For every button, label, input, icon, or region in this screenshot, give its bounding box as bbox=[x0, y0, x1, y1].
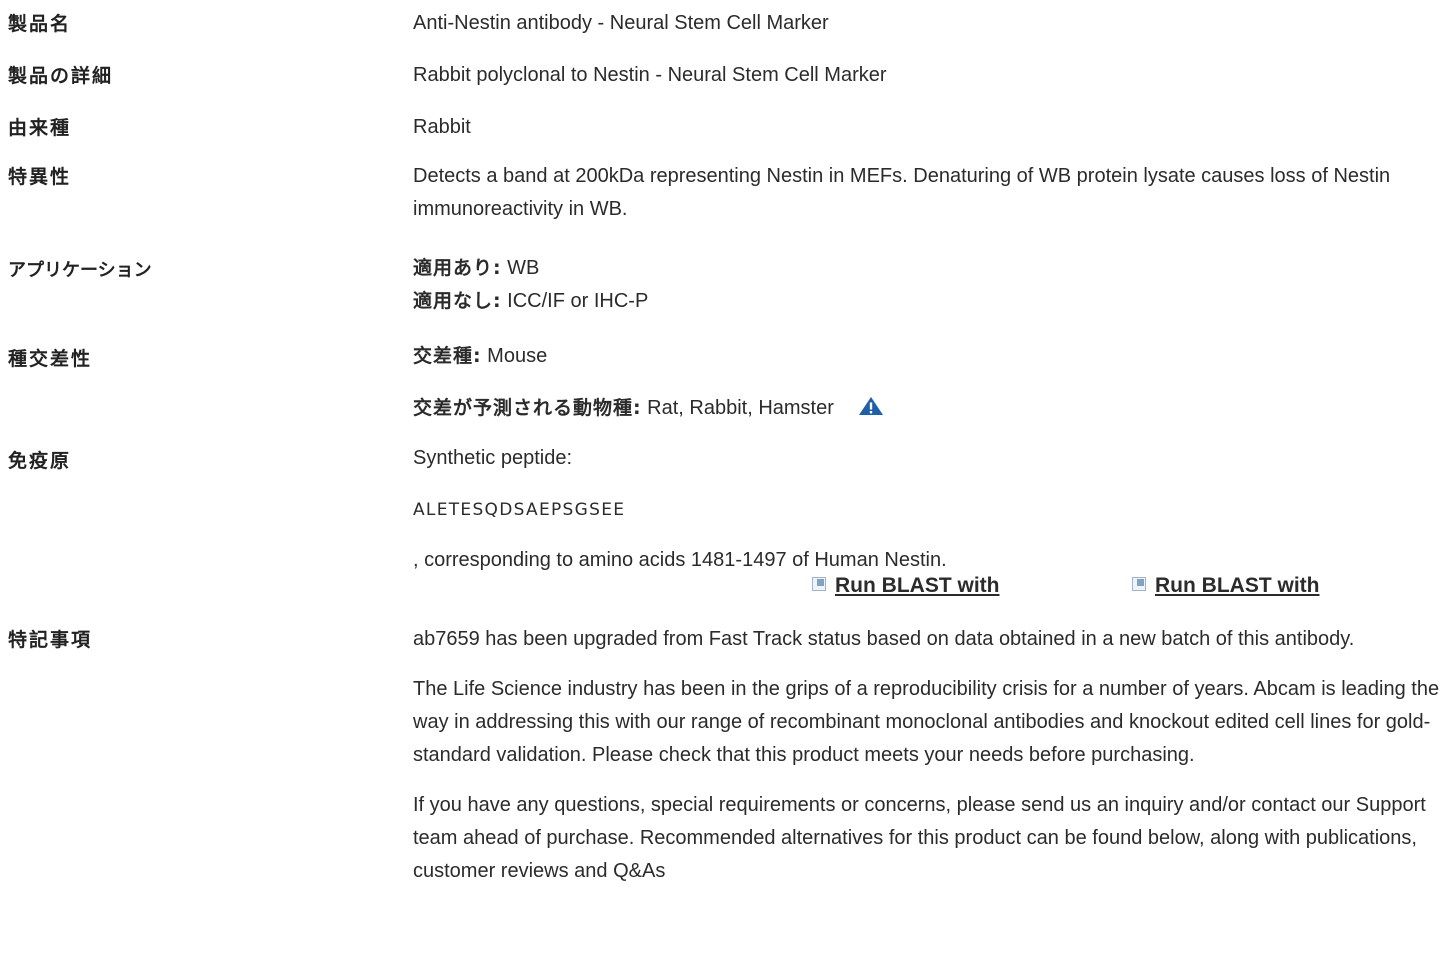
not-tested-label: 適用なし: bbox=[413, 290, 502, 312]
not-tested-applications: 適用なし: ICC/IF or IHC-P bbox=[413, 285, 1443, 318]
reacts-label: 交差種: bbox=[413, 345, 482, 367]
tested-value: WB bbox=[501, 257, 540, 279]
immunogen-value: Synthetic peptide: ALETESQDSAEPSGSEE , c… bbox=[413, 442, 1443, 577]
applications-value: 適用あり: WB 適用なし: ICC/IF or IHC-P bbox=[413, 252, 1443, 318]
warning-triangle-icon[interactable] bbox=[858, 394, 884, 427]
notes-value: ab7659 has been upgraded from Fast Track… bbox=[413, 623, 1443, 888]
immunogen-line1: Synthetic peptide: bbox=[413, 447, 572, 469]
tested-label: 適用あり: bbox=[413, 257, 502, 279]
predicted-label: 交差が予測される動物種: bbox=[413, 397, 642, 419]
applications-label: アプリケーション bbox=[8, 260, 152, 281]
host-label: 由来種 bbox=[8, 117, 72, 139]
product-detail-label: 製品の詳細 bbox=[8, 65, 114, 87]
product-detail-value: Rabbit polyclonal to Nestin - Neural Ste… bbox=[413, 64, 887, 86]
product-name-value: Anti-Nestin antibody - Neural Stem Cell … bbox=[413, 12, 829, 34]
run-blast-link-1[interactable]: Run BLAST with bbox=[812, 574, 999, 598]
tested-applications: 適用あり: WB bbox=[413, 252, 1443, 285]
external-link-icon bbox=[1132, 577, 1146, 591]
notes-label: 特記事項 bbox=[8, 629, 93, 651]
reacts-with: 交差種: Mouse bbox=[413, 340, 1443, 373]
notes-paragraph-1: ab7659 has been upgraded from Fast Track… bbox=[413, 628, 1355, 650]
specificity-value: Detects a band at 200kDa representing Ne… bbox=[413, 165, 1391, 220]
predicted-value: Rat, Rabbit, Hamster bbox=[641, 397, 834, 419]
external-link-icon bbox=[812, 577, 826, 591]
immunogen-line3: , corresponding to amino acids 1481-1497… bbox=[413, 549, 947, 571]
run-blast-link-2[interactable]: Run BLAST with bbox=[1132, 574, 1319, 598]
not-tested-value: ICC/IF or IHC-P bbox=[501, 290, 649, 312]
product-name-label: 製品名 bbox=[8, 13, 72, 35]
reacts-value: Mouse bbox=[481, 345, 548, 367]
immunogen-sequence: ALETESQDSAEPSGSEE bbox=[413, 500, 626, 520]
notes-paragraph-3: If you have any questions, special requi… bbox=[413, 794, 1426, 882]
run-blast-label-1: Run BLAST with bbox=[835, 574, 1000, 597]
reactivity-value: 交差種: Mouse 交差が予測される動物種: Rat, Rabbit, Ham… bbox=[413, 340, 1443, 427]
host-value: Rabbit bbox=[413, 116, 471, 138]
notes-paragraph-2: The Life Science industry has been in th… bbox=[413, 678, 1440, 766]
predicted-reactivity: 交差が予測される動物種: Rat, Rabbit, Hamster bbox=[413, 392, 1443, 427]
immunogen-label: 免疫原 bbox=[8, 450, 72, 472]
specificity-label: 特異性 bbox=[8, 166, 72, 188]
reactivity-label: 種交差性 bbox=[8, 348, 93, 370]
run-blast-label-2: Run BLAST with bbox=[1155, 574, 1320, 597]
